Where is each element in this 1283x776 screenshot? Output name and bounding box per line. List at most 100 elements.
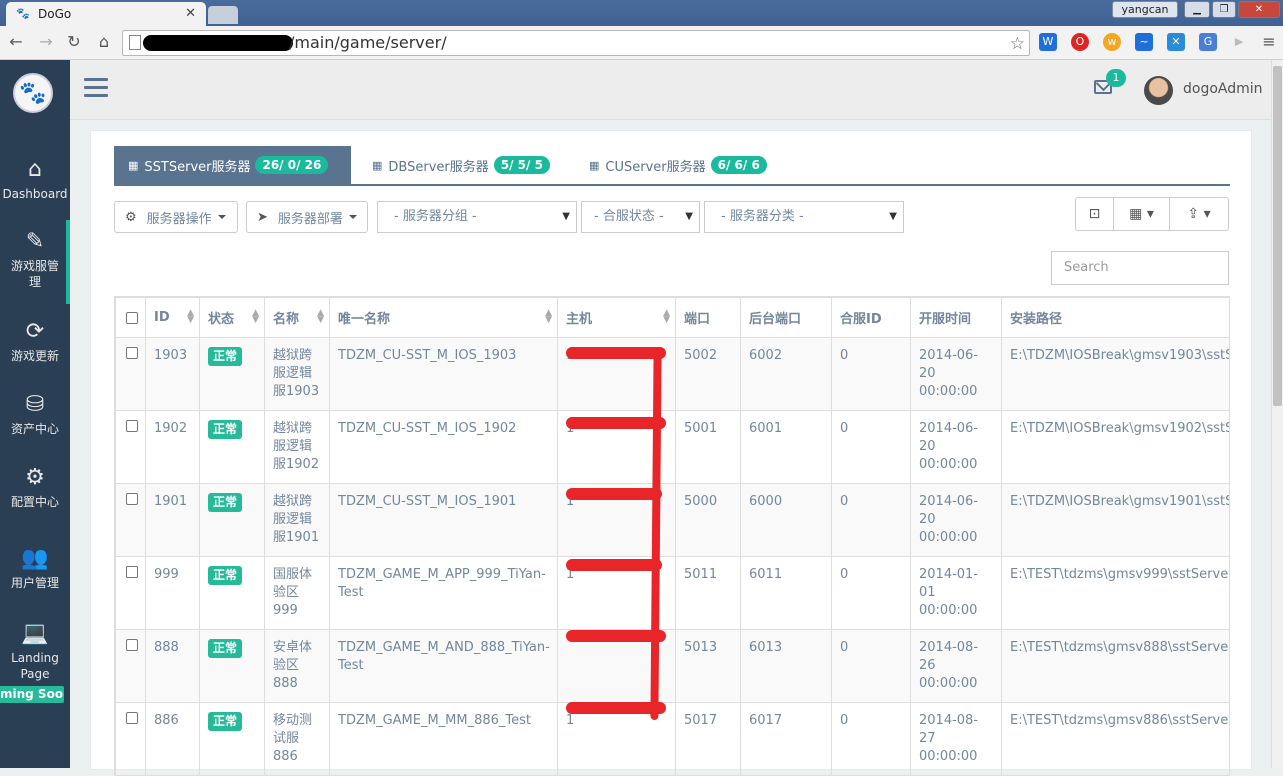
server-category-select[interactable]: - 服务器分类 - ▼ — [704, 201, 904, 233]
browser-tab[interactable]: 🐾 DoGo ✕ — [6, 2, 206, 26]
forward-icon[interactable]: → — [36, 32, 56, 51]
table-row[interactable]: 1901 正常 越狱跨服逻辑服1901 TDZM_CU-SST_M_IOS_1901 1… — [115, 483, 1229, 557]
minimize-button[interactable]: ▁ — [1184, 1, 1210, 18]
row-checkbox[interactable] — [115, 337, 146, 411]
cell-merge-id: 0 — [831, 629, 911, 703]
sidebar-item-game-update[interactable]: ⟳ 游戏更新 — [0, 320, 70, 364]
sort-icon: ▲ ▼ — [317, 308, 324, 325]
sidebar-item-label: 游戏服管理 — [10, 259, 59, 289]
search-input[interactable]: Search — [1051, 251, 1229, 285]
avatar[interactable] — [1144, 76, 1173, 105]
page-scrollbar[interactable] — [1271, 60, 1283, 768]
cogs-icon: ⚙ — [25, 465, 45, 490]
sidebar-item-label: Dashboard — [2, 187, 68, 201]
cell-name: 越狱跨服逻辑服1902 — [264, 410, 330, 484]
row-checkbox[interactable] — [115, 702, 146, 775]
table-row[interactable]: 1902正常越狱跨服逻辑服1902TDZM_CU-SST_M_IOS_19021… — [115, 410, 1229, 484]
back-icon[interactable]: ← — [6, 32, 26, 51]
home-icon: ⌂ — [28, 157, 42, 182]
edit-icon: ✎ — [25, 229, 45, 254]
column-header[interactable]: 开服时间 — [910, 297, 1002, 338]
cell-unique-name: TDZM_GAME_M_APP_999_TiYan-Test — [329, 556, 558, 630]
redacted-host — [143, 35, 293, 51]
address-bar[interactable]: /main/game/server/ ☆ — [122, 30, 1030, 56]
server-group-select[interactable]: - 服务器分组 - ▼ — [377, 201, 577, 233]
sort-icon: ▲ ▼ — [187, 308, 194, 325]
server-ops-button[interactable]: ⚙ 服务器操作 — [114, 201, 238, 233]
sidebar-item-game-server[interactable]: ✎ 游戏服管理 — [0, 230, 70, 290]
export-icon[interactable]: ⇪ ▾ — [1170, 198, 1228, 230]
column-header[interactable]: 状态 ▲ ▼ — [199, 297, 265, 338]
restore-button[interactable]: ❐ — [1212, 1, 1236, 18]
browser-tab-title: DoGo — [38, 7, 72, 21]
tab-dbserver[interactable]: ▦ DBServer服务器 5/ 5/ 5 — [362, 146, 560, 184]
chrome-menu-icon[interactable]: ≡ — [1260, 33, 1278, 51]
column-header[interactable]: 主机 ▲ ▼ — [557, 297, 676, 338]
sidebar-item-dashboard[interactable]: ⌂ Dashboard — [0, 158, 70, 202]
cell-port: 5017 — [675, 702, 741, 775]
columns-icon[interactable]: ▦ ▾ — [1114, 198, 1170, 230]
ext-weibo-icon[interactable]: w — [1103, 33, 1121, 51]
top-navbar: 1 dogoAdmin — [70, 60, 1271, 120]
scrollbar-thumb[interactable] — [1273, 66, 1282, 406]
column-label: 唯一名称 — [338, 312, 391, 327]
close-tab-icon[interactable]: ✕ — [185, 6, 196, 21]
table-row[interactable]: 999 正常 国服体验区999 TDZM_GAME_M_APP_999_TiYan-T… — [115, 556, 1229, 630]
table-icon: ▦ — [589, 158, 600, 172]
window-close-button[interactable]: ✕ — [1238, 1, 1280, 18]
table-row[interactable]: 886 正常 移动测试服886 TDZM_GAME_M_MM_886_Test 1 501… — [115, 702, 1229, 775]
ext-play-icon[interactable]: ▶ — [1230, 33, 1248, 51]
column-label: 合服ID — [840, 312, 882, 327]
user-name[interactable]: dogoAdmin — [1183, 81, 1263, 97]
merge-status-select[interactable]: - 合服状态 - ▼ — [581, 201, 700, 233]
column-header[interactable]: 合服ID — [831, 297, 911, 338]
ext-opera-icon[interactable]: O — [1071, 33, 1089, 51]
ext-word-icon[interactable]: W — [1039, 33, 1057, 51]
tab-label: CUServer服务器 — [605, 159, 706, 175]
tab-cuserver[interactable]: ▦ CUServer服务器 6/ 6/ 6 — [579, 146, 777, 184]
reload-icon[interactable]: ↻ — [64, 32, 84, 51]
server-group-value: - 服务器分组 - — [394, 209, 477, 224]
sidebar-item-assets[interactable]: ⛁ 资产中心 — [0, 393, 70, 437]
cell-merge-id: 0 — [831, 483, 911, 557]
cell-name: 越狱跨服逻辑服1903 — [264, 337, 330, 411]
row-checkbox[interactable] — [115, 629, 146, 703]
open-time: 00:00:00 — [919, 530, 978, 545]
ext-wave-icon[interactable]: ~ — [1135, 33, 1153, 51]
column-header[interactable]: 端口 — [675, 297, 741, 338]
cell-port: 5011 — [675, 556, 741, 630]
column-header[interactable]: 安装路径 — [1001, 297, 1229, 338]
ext-translate-icon[interactable]: G — [1199, 33, 1217, 51]
toggle-icon[interactable]: ⊡ — [1076, 198, 1114, 230]
tab-label: DBServer服务器 — [388, 159, 489, 175]
row-checkbox[interactable] — [115, 556, 146, 630]
column-header[interactable]: 唯一名称 ▲ ▼ — [329, 297, 558, 338]
new-tab-button[interactable] — [208, 6, 238, 24]
row-checkbox[interactable] — [115, 410, 146, 484]
server-deploy-button[interactable]: ➤ 服务器部署 — [246, 201, 368, 233]
paw-logo-icon[interactable]: 🐾 — [13, 73, 53, 113]
table-row[interactable]: 1903正常越狱跨服逻辑服1903TDZM_CU-SST_M_IOS_19031… — [115, 337, 1229, 411]
bookmark-star-icon[interactable]: ☆ — [1010, 32, 1025, 56]
location-arrow-icon: ➤ — [257, 209, 268, 225]
tab-sstserver[interactable]: ▦ SSTServer服务器 26/ 0/ 26 — [114, 146, 351, 184]
status-badge: 正常 — [208, 347, 243, 366]
mail-count-badge: 1 — [1106, 69, 1126, 87]
column-label: ID — [154, 310, 170, 325]
home-icon[interactable]: ⌂ — [94, 32, 114, 51]
status-badge: 正常 — [208, 639, 243, 658]
table-row[interactable]: 888 正常 安卓体验区888 TDZM_GAME_M_AND_888_TiYan-T… — [115, 629, 1229, 703]
select-all-checkbox[interactable] — [115, 297, 146, 338]
sidebar-item-config[interactable]: ⚙ 配置中心 — [0, 466, 70, 510]
status-badge: 正常 — [208, 566, 243, 585]
open-date: 2014-08-27 — [919, 713, 979, 746]
column-header[interactable]: 名称 ▲ ▼ — [264, 297, 330, 338]
column-header[interactable]: ID ▲ ▼ — [145, 297, 200, 338]
sidebar-item-landing-page[interactable]: 💻 Landing Page — [0, 622, 70, 682]
row-checkbox[interactable] — [115, 483, 146, 557]
sidebar-item-users[interactable]: 👥 用户管理 — [0, 547, 70, 591]
ext-cross-icon[interactable]: ✕ — [1167, 33, 1185, 51]
browser-profile-button[interactable]: yangcan — [1112, 1, 1178, 18]
column-header[interactable]: 后台端口 — [740, 297, 832, 338]
menu-toggle-icon[interactable] — [84, 78, 108, 98]
